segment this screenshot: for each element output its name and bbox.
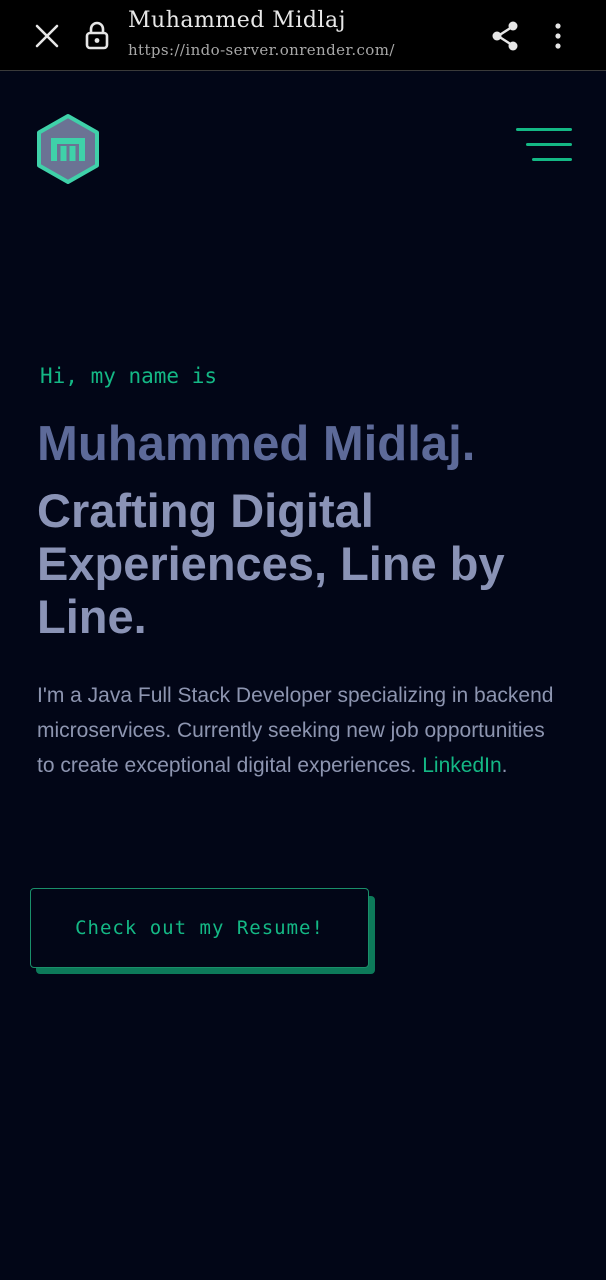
linkedin-link[interactable]: LinkedIn [422,754,501,777]
share-icon[interactable] [489,19,521,53]
bio-end: . [501,754,508,777]
browser-toolbar: Muhammed Midlaj https://indo-server.onre… [0,0,606,71]
resume-button-wrapper: Check out my Resume! [30,888,376,976]
hamburger-menu-icon[interactable] [514,126,572,166]
hero-bio: I'm a Java Full Stack Developer speciali… [37,678,567,783]
hexagon-logo[interactable] [35,113,101,185]
close-icon[interactable] [33,22,61,50]
hero-name: Muhammed Midlaj. [37,417,476,471]
menu-line [526,143,572,146]
lock-icon[interactable] [84,20,110,50]
more-vert-icon[interactable] [548,20,568,52]
hero-tagline: Crafting Digital Experiences, Line by Li… [37,484,505,643]
greeting: Hi, my name is [40,364,218,388]
page-url[interactable]: https://indo-server.onrender.com/ [128,41,395,59]
menu-line [516,128,572,131]
resume-button[interactable]: Check out my Resume! [30,888,369,968]
page-title[interactable]: Muhammed Midlaj [128,8,346,33]
menu-line [532,158,572,161]
